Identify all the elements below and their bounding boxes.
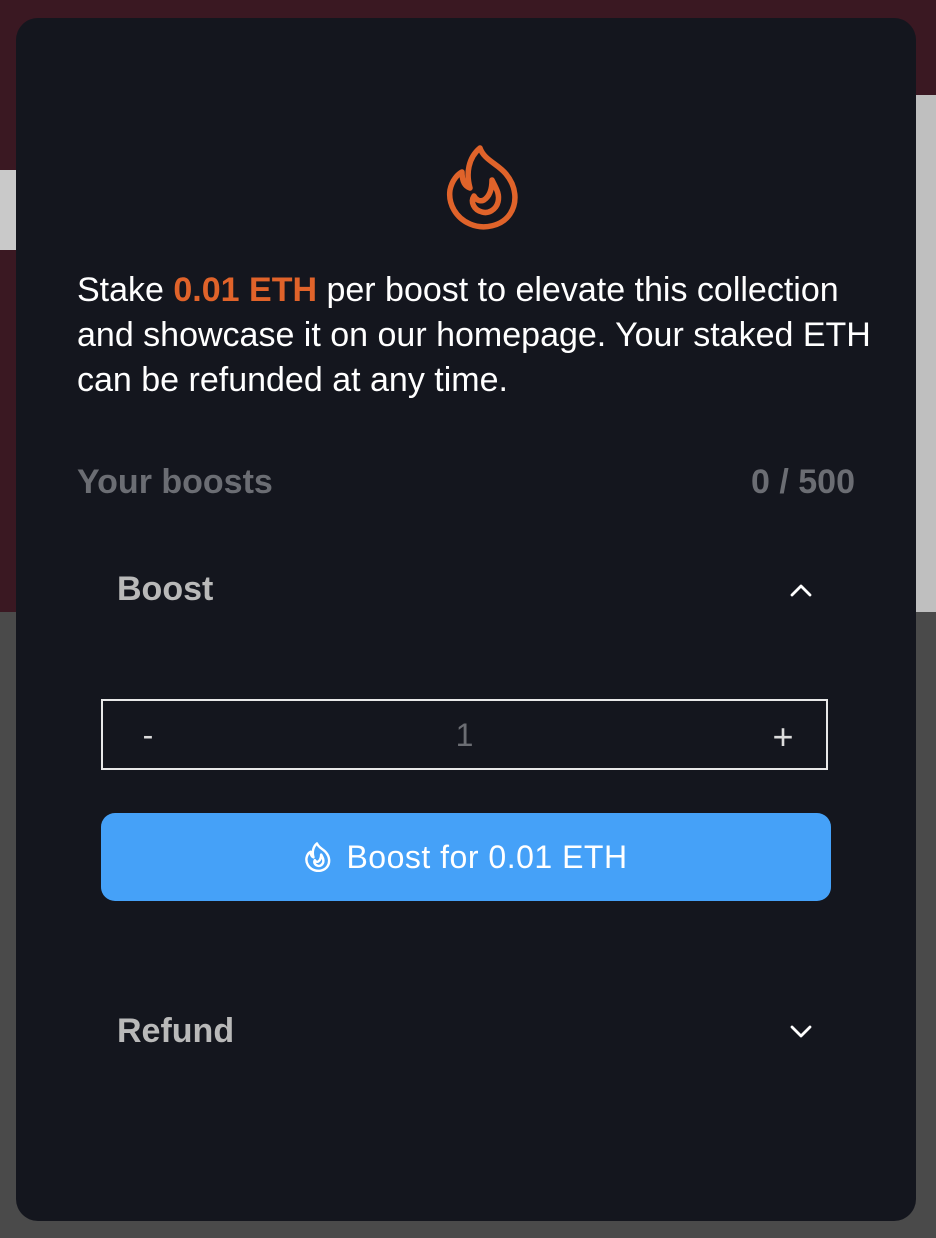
decrement-button[interactable]: - <box>133 711 163 759</box>
boost-section-title: Boost <box>117 570 214 608</box>
quantity-stepper: - 1 + <box>101 699 828 770</box>
boost-button-label: Boost for 0.01 ETH <box>346 838 628 875</box>
quantity-input[interactable]: 1 <box>303 709 626 761</box>
your-boosts-label: Your boosts <box>77 463 273 501</box>
stake-amount: 0.01 ETH <box>173 271 318 309</box>
chevron-up-icon <box>789 578 813 602</box>
flame-icon <box>444 144 522 230</box>
boost-count: 0 / 500 <box>751 463 855 501</box>
increment-button[interactable]: + <box>768 713 798 761</box>
boost-section-header[interactable]: Boost <box>117 564 817 614</box>
flame-icon <box>304 842 332 873</box>
backdrop-panel <box>916 95 936 612</box>
boost-modal: Stake 0.01 ETH per boost to elevate this… <box>16 18 916 1221</box>
refund-section-header[interactable]: Refund <box>117 1006 817 1056</box>
chevron-down-icon <box>789 1020 813 1044</box>
boost-button[interactable]: Boost for 0.01 ETH <box>101 813 831 901</box>
description-prefix: Stake <box>77 271 174 309</box>
refund-section-title: Refund <box>117 1012 235 1050</box>
boost-description: Stake 0.01 ETH per boost to elevate this… <box>77 268 877 403</box>
